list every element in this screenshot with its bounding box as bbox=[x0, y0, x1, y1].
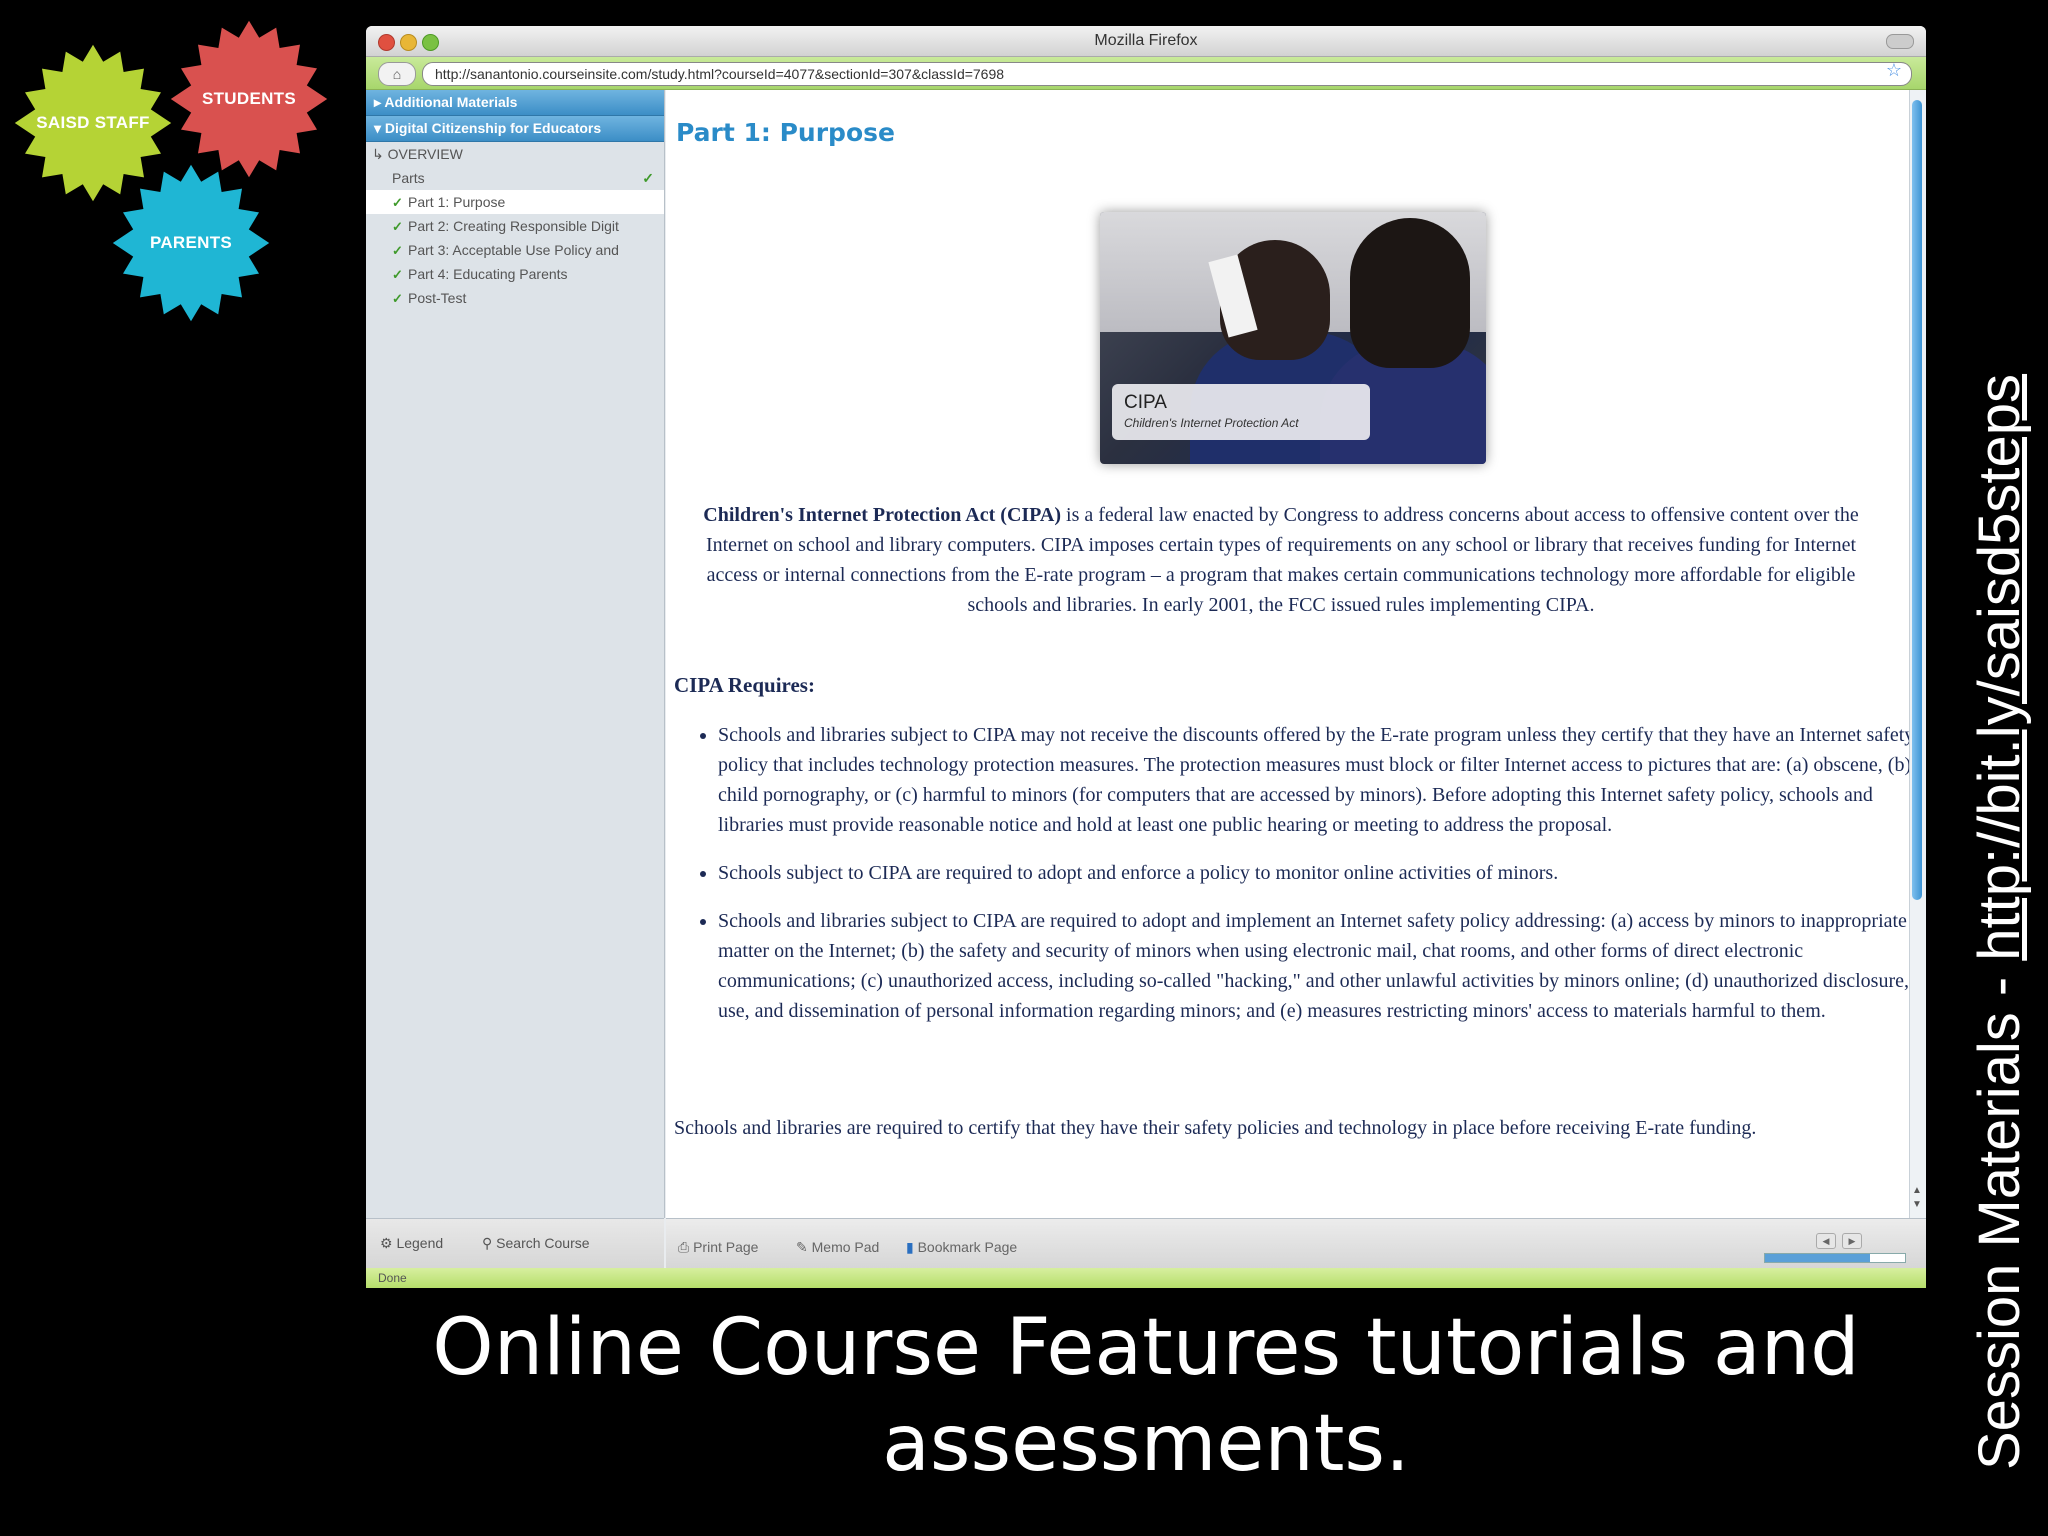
tree-item-part-1[interactable]: ✓ Part 1: Purpose bbox=[366, 190, 664, 214]
tree-label: Post-Test bbox=[408, 290, 467, 306]
tree-item-part-3[interactable]: ✓ Part 3: Acceptable Use Policy and bbox=[366, 238, 664, 262]
check-icon: ✓ bbox=[392, 195, 403, 210]
tree-item-part-2[interactable]: ✓ Part 2: Creating Responsible Digit bbox=[366, 214, 664, 238]
gear-label-parents: PARENTS bbox=[149, 233, 233, 252]
page-title: Part 1: Purpose bbox=[676, 118, 895, 147]
tree-label: Parts bbox=[392, 170, 425, 186]
status-bar: Done bbox=[366, 1268, 1926, 1288]
check-icon: ✓ bbox=[392, 291, 403, 306]
course-progress-bar bbox=[1764, 1253, 1906, 1263]
search-course-button[interactable]: ⚲ Search Course bbox=[482, 1235, 590, 1252]
tree-label: Part 2: Creating Responsible Digit bbox=[408, 218, 619, 234]
accordion-additional-materials[interactable]: ▸ Additional Materials bbox=[366, 90, 664, 116]
triangle-down-icon: ▾ bbox=[374, 120, 385, 136]
progress-fill bbox=[1765, 1254, 1870, 1262]
tree-label: OVERVIEW bbox=[387, 146, 463, 162]
tree-item-post-test[interactable]: ✓ Post-Test bbox=[366, 286, 664, 310]
course-sidebar: ▸ Additional Materials ▾ Digital Citizen… bbox=[366, 90, 665, 1218]
requirements-list: Schools and libraries subject to CIPA ma… bbox=[678, 720, 1910, 1044]
check-icon: ✓ bbox=[392, 243, 403, 258]
closing-paragraph: Schools and libraries are required to ce… bbox=[674, 1117, 1757, 1139]
intro-bold: Children's Internet Protection Act (CIPA… bbox=[703, 504, 1062, 526]
bookmark-page-button[interactable]: ▮ Bookmark Page bbox=[906, 1239, 1017, 1256]
address-field[interactable]: http://sanantonio.courseinsite.com/study… bbox=[422, 62, 1912, 86]
toolbar-toggle-button[interactable] bbox=[1886, 34, 1914, 49]
accordion-digital-citizenship[interactable]: ▾ Digital Citizenship for Educators bbox=[366, 116, 664, 142]
sidebar-footer: ⚙ Legend ⚲ Search Course bbox=[366, 1218, 664, 1269]
search-course-label: Search Course bbox=[496, 1235, 590, 1251]
bitly-link[interactable]: http://bit.ly/saisd5steps bbox=[1967, 374, 2032, 961]
caption-title: CIPA bbox=[1124, 392, 1167, 413]
tree-label: Part 3: Acceptable Use Policy and bbox=[408, 242, 619, 258]
scroll-up-icon[interactable]: ▲ bbox=[1912, 1185, 1922, 1196]
tree-label: Part 1: Purpose bbox=[408, 194, 506, 210]
memo-icon: ✎ bbox=[796, 1239, 812, 1255]
page-nav: ◀ ▶ bbox=[1810, 1231, 1862, 1249]
lesson-photo: CIPA Children's Internet Protection Act bbox=[1100, 212, 1486, 464]
memo-label: Memo Pad bbox=[811, 1239, 880, 1255]
triangle-right-icon: ▸ bbox=[374, 94, 385, 110]
bookmark-star-icon[interactable]: ☆ bbox=[1886, 60, 1902, 81]
scrollbar-thumb[interactable] bbox=[1912, 100, 1922, 900]
tree-parts[interactable]: Parts ✓ bbox=[366, 166, 664, 190]
side-prefix: Session Materials - bbox=[1967, 960, 2032, 1470]
legend-label: Legend bbox=[396, 1235, 444, 1251]
list-item: Schools and libraries subject to CIPA ar… bbox=[718, 906, 1910, 1026]
bookmark-label: Bookmark Page bbox=[917, 1239, 1018, 1255]
slide-caption: Online Course Features tutorials and ass… bbox=[432, 1303, 1860, 1489]
scroll-down-icon[interactable]: ▼ bbox=[1912, 1199, 1922, 1210]
home-button[interactable]: ⌂ bbox=[378, 62, 416, 86]
search-icon: ⚲ bbox=[482, 1235, 497, 1251]
content-scrollbar[interactable]: ▲ ▼ bbox=[1909, 90, 1926, 1218]
course-tree: ↳ OVERVIEW Parts ✓ ✓ Part 1: Purpose ✓ Part… bbox=[366, 142, 664, 310]
tree-label: Part 4: Educating Parents bbox=[408, 266, 568, 282]
navigation-bar: ⌂ http://sanantonio.courseinsite.com/stu… bbox=[366, 57, 1926, 90]
bookmark-icon: ▮ bbox=[906, 1239, 918, 1255]
home-icon: ⌂ bbox=[392, 66, 402, 82]
session-materials-link: Session Materials - http://bit.ly/saisd5… bbox=[1966, 374, 2033, 1470]
prev-page-icon[interactable]: ◀ bbox=[1816, 1233, 1836, 1249]
tree-branch-icon: ↳ bbox=[372, 146, 388, 162]
photo-caption: CIPA Children's Internet Protection Act bbox=[1112, 384, 1370, 440]
check-icon: ✓ bbox=[392, 267, 403, 282]
accordion-label: Additional Materials bbox=[384, 94, 518, 110]
print-page-button[interactable]: ⎙ Print Page bbox=[678, 1239, 758, 1256]
list-item: Schools and libraries subject to CIPA ma… bbox=[718, 720, 1910, 840]
next-page-icon[interactable]: ▶ bbox=[1842, 1233, 1862, 1249]
legend-button[interactable]: ⚙ Legend bbox=[380, 1235, 443, 1252]
lesson-content: Part 1: Purpose CIPA Children's Internet… bbox=[666, 90, 1910, 1218]
caption-subtitle: Children's Internet Protection Act bbox=[1124, 416, 1299, 430]
check-icon: ✓ bbox=[392, 219, 403, 234]
content-footer: ⎙ Print Page ✎ Memo Pad ▮ Bookmark Page … bbox=[666, 1218, 1926, 1269]
intro-paragraph: Children's Internet Protection Act (CIPA… bbox=[678, 500, 1884, 620]
check-icon: ✓ bbox=[642, 170, 654, 186]
accordion-label: Digital Citizenship for Educators bbox=[384, 120, 602, 136]
gear-label-staff: SAISD STAFF bbox=[36, 113, 150, 132]
list-item: Schools subject to CIPA are required to … bbox=[718, 858, 1910, 888]
tree-item-part-4[interactable]: ✓ Part 4: Educating Parents bbox=[366, 262, 664, 286]
gear-label-students: STUDENTS bbox=[201, 89, 296, 108]
legend-icon: ⚙ bbox=[380, 1235, 397, 1251]
tree-overview[interactable]: ↳ OVERVIEW bbox=[366, 142, 664, 166]
print-label: Print Page bbox=[693, 1239, 759, 1255]
requires-heading: CIPA Requires: bbox=[674, 673, 815, 697]
title-bar: Mozilla Firefox bbox=[366, 26, 1926, 57]
printer-icon: ⎙ bbox=[678, 1239, 694, 1255]
browser-window: Mozilla Firefox ⌂ http://sanantonio.cour… bbox=[366, 26, 1926, 1288]
memo-pad-button[interactable]: ✎ Memo Pad bbox=[796, 1239, 879, 1256]
gear-parents: PARENTS bbox=[106, 158, 276, 328]
window-title: Mozilla Firefox bbox=[1094, 32, 1198, 49]
